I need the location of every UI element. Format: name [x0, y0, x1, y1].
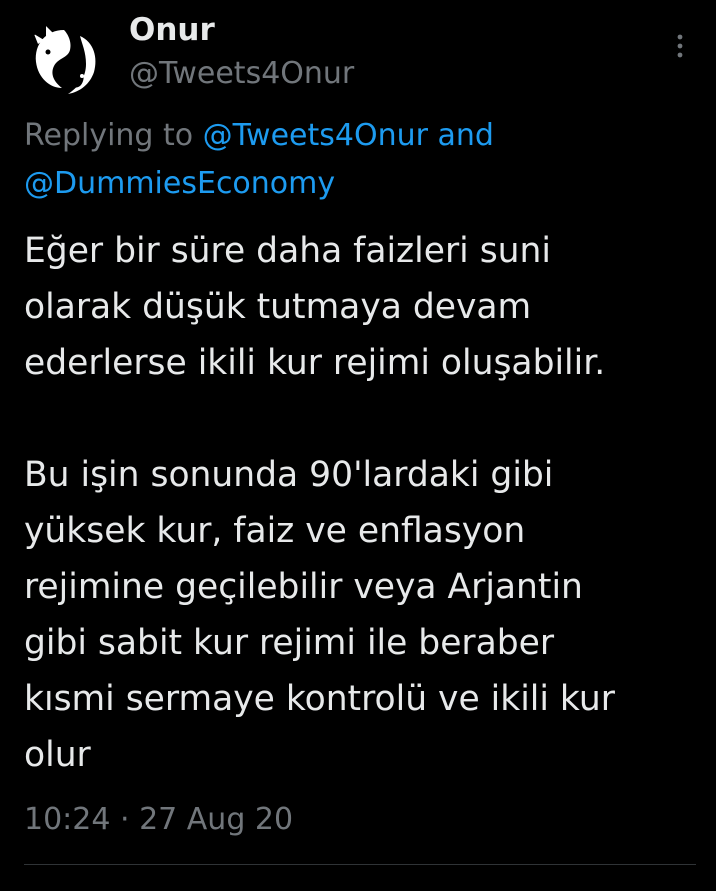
mention-link-dummieseconomy[interactable]: @DummiesEconomy — [24, 166, 335, 201]
tweet-date[interactable]: 27 Aug 20 — [139, 802, 293, 837]
tweet-text-line: Bu işin sonunda 90'lardaki gibi — [24, 455, 554, 495]
avatar[interactable] — [24, 22, 104, 102]
author-display-name[interactable]: Onur — [129, 10, 215, 50]
more-options-button[interactable] — [662, 28, 698, 64]
tweet-text-line: Eğer bir süre daha faizleri suni — [24, 231, 552, 271]
reply-conjunction[interactable]: and — [428, 118, 493, 153]
author-handle[interactable]: @Tweets4Onur — [129, 54, 354, 94]
tweet-text-line: olur — [24, 735, 91, 775]
tweet-text: Eğer bir süre daha faizleri suni olarak … — [24, 223, 714, 783]
meta-separator: · — [110, 802, 140, 837]
tweet-text-line: ederlerse ikili kur rejimi oluşabilir. — [24, 343, 606, 383]
tweet-text-line: gibi sabit kur rejimi ile beraber — [24, 623, 555, 663]
mention-link-tweets4onur[interactable]: @Tweets4Onur — [203, 118, 428, 153]
tweet-timestamp[interactable]: 10:24 · 27 Aug 20 — [24, 796, 293, 844]
tweet-card: Onur @Tweets4Onur Replying to @Tweets4On… — [0, 0, 716, 891]
tweet-time[interactable]: 10:24 — [24, 802, 110, 837]
tweet-text-line: olarak düşük tutmaya devam — [24, 287, 532, 327]
tweet-text-line: yüksek kur, faiz ve enflasyon — [24, 511, 526, 551]
reply-prefix: Replying to — [24, 118, 203, 153]
tweet-text-line: kısmi sermaye kontrolü ve ikili kur — [24, 679, 615, 719]
tweet-text-line: rejimine geçilebilir veya Arjantin — [24, 567, 583, 607]
divider — [24, 864, 696, 865]
yin-yang-cats-icon — [24, 22, 104, 102]
reply-context: Replying to @Tweets4Onur and @DummiesEco… — [24, 112, 704, 208]
more-vertical-icon — [677, 34, 683, 58]
